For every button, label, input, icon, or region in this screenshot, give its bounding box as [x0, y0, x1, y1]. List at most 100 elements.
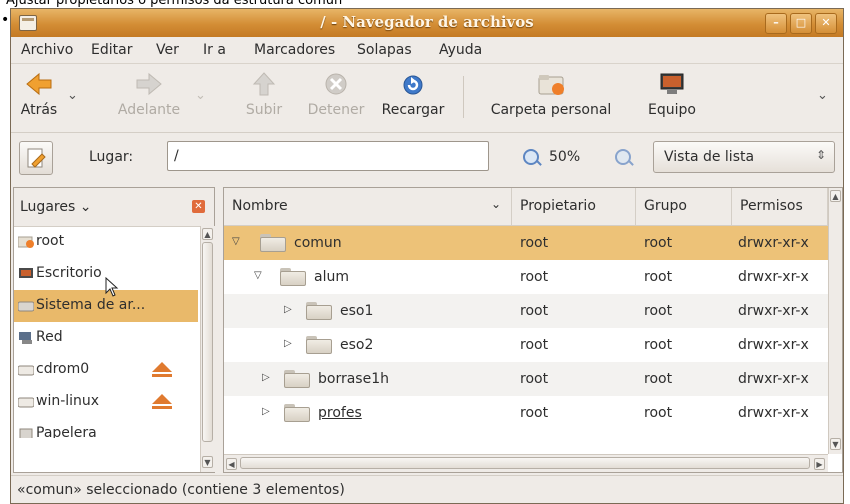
- scroll-down-icon[interactable]: ▼: [202, 456, 213, 468]
- forward-label: Adelante: [117, 102, 181, 118]
- folder-icon: [280, 268, 306, 286]
- home-folder-button[interactable]: Carpeta personal: [475, 68, 627, 118]
- zoom-in-icon[interactable]: [615, 149, 631, 165]
- toolbar-overflow-chevron-icon[interactable]: ⌄: [817, 88, 828, 103]
- expanded-triangle-icon[interactable]: ▽: [232, 236, 240, 247]
- file-permissions: drwxr-xr-x: [738, 405, 809, 421]
- network-icon: [19, 332, 32, 344]
- file-owner: root: [520, 269, 549, 285]
- drive-icon: [18, 397, 34, 408]
- computer-icon: [658, 72, 686, 96]
- table-row[interactable]: ▽ alum root root drwxr-xr-x: [224, 260, 828, 294]
- scroll-left-icon[interactable]: ◀: [226, 458, 237, 470]
- column-header-group[interactable]: Grupo: [636, 188, 732, 226]
- column-header-permissions[interactable]: Permisos: [732, 188, 828, 226]
- folder-icon: [284, 370, 310, 388]
- sidebar-scrollbar[interactable]: ▲ ▼: [200, 226, 215, 472]
- back-button[interactable]: Atrás: [17, 68, 61, 118]
- collapsed-triangle-icon[interactable]: ▷: [284, 338, 292, 349]
- file-permissions: drwxr-xr-x: [738, 269, 809, 285]
- back-label: Atrás: [20, 102, 58, 118]
- menu-ayuda[interactable]: Ayuda: [439, 42, 482, 58]
- view-mode-select[interactable]: Vista de lista ⇕: [653, 141, 835, 173]
- table-row[interactable]: ▽ comun root root drwxr-xr-x: [224, 226, 828, 260]
- file-permissions: drwxr-xr-x: [738, 235, 809, 251]
- scroll-down-icon[interactable]: ▼: [830, 438, 841, 450]
- file-list-horizontal-scrollbar[interactable]: ◀ ▶: [224, 454, 828, 472]
- collapsed-triangle-icon[interactable]: ▷: [262, 372, 270, 383]
- sidebar-item-label: win-linux: [36, 393, 100, 409]
- sidebar-item-papelera[interactable]: Papelera: [14, 418, 198, 438]
- reload-label: Recargar: [381, 102, 445, 118]
- scroll-up-icon[interactable]: ▲: [202, 228, 213, 240]
- eject-icon[interactable]: [152, 362, 172, 377]
- table-row[interactable]: ▷ eso2 root root drwxr-xr-x: [224, 328, 828, 362]
- menu-solapas[interactable]: Solapas: [357, 42, 412, 58]
- sidebar-item-win-linux[interactable]: win-linux: [14, 386, 198, 418]
- sidebar-item-label: Red: [36, 329, 63, 345]
- table-row[interactable]: ▷ eso1 root root drwxr-xr-x: [224, 294, 828, 328]
- sidebar-item-root[interactable]: root: [14, 226, 198, 258]
- drive-icon: [18, 365, 34, 376]
- column-header-owner[interactable]: Propietario: [512, 188, 636, 226]
- expanded-triangle-icon[interactable]: ▽: [254, 270, 262, 281]
- file-group: root: [644, 235, 673, 251]
- file-manager-window: / - Navegador de archivos – □ ✕ Archivo …: [10, 8, 844, 504]
- menu-archivo[interactable]: Archivo: [21, 42, 73, 58]
- zoom-out-icon[interactable]: [523, 149, 539, 165]
- file-group: root: [644, 269, 673, 285]
- forward-button[interactable]: Adelante: [109, 68, 189, 118]
- collapsed-triangle-icon[interactable]: ▷: [262, 406, 270, 417]
- file-owner: root: [520, 405, 549, 421]
- horizontal-scroll-thumb[interactable]: [240, 457, 810, 469]
- up-button[interactable]: Subir: [239, 68, 289, 118]
- reload-button[interactable]: Recargar: [375, 68, 451, 118]
- up-label: Subir: [245, 102, 283, 118]
- sidebar-item-red[interactable]: Red: [14, 322, 198, 354]
- maximize-button[interactable]: □: [790, 13, 812, 34]
- sidebar-item-label: Sistema de ar...: [36, 297, 146, 313]
- title-bar[interactable]: / - Navegador de archivos – □ ✕: [11, 9, 843, 38]
- desktop-icon: [19, 268, 33, 278]
- sidebar-item-cdrom0[interactable]: cdrom0: [14, 354, 198, 386]
- drive-icon: [18, 301, 34, 312]
- column-name-label: Nombre: [232, 198, 288, 214]
- back-history-chevron-icon[interactable]: ⌄: [67, 88, 78, 103]
- close-button[interactable]: ✕: [815, 13, 837, 34]
- table-row[interactable]: ▷ borrase1h root root drwxr-xr-x: [224, 362, 828, 396]
- forward-history-chevron-icon[interactable]: ⌄: [195, 88, 206, 103]
- sidebar-item-label: Escritorio: [36, 265, 102, 281]
- column-header-name[interactable]: Nombre ⌄: [224, 188, 512, 226]
- file-group: root: [644, 405, 673, 421]
- stop-button[interactable]: Detener: [301, 68, 371, 118]
- collapsed-triangle-icon[interactable]: ▷: [284, 304, 292, 315]
- file-permissions: drwxr-xr-x: [738, 371, 809, 387]
- menu-ir-a[interactable]: Ir a: [203, 42, 226, 58]
- table-row[interactable]: ▷ profes root root drwxr-xr-x: [224, 396, 828, 454]
- toggle-location-entry-button[interactable]: [19, 141, 53, 175]
- menu-ver[interactable]: Ver: [156, 42, 179, 58]
- zoom-level: 50%: [549, 149, 581, 165]
- menu-bar: Archivo Editar Ver Ir a Marcadores Solap…: [11, 37, 843, 64]
- stop-label: Detener: [307, 102, 365, 118]
- file-list: Nombre ⌄ Propietario Grupo Permisos ▽ co…: [223, 187, 843, 473]
- forward-arrow-icon: [135, 72, 163, 96]
- menu-marcadores[interactable]: Marcadores: [254, 42, 335, 58]
- minimize-button[interactable]: –: [765, 13, 787, 34]
- home-folder-icon: [537, 72, 565, 96]
- sidebar-header-label: Lugares: [20, 199, 76, 215]
- scroll-up-icon[interactable]: ▲: [830, 190, 841, 202]
- sidebar-item-label: Papelera: [36, 425, 97, 438]
- file-name: eso2: [340, 337, 374, 353]
- location-input[interactable]: [167, 141, 489, 171]
- file-list-vertical-scrollbar[interactable]: ▲ ▼: [828, 188, 842, 454]
- computer-button[interactable]: Equipo: [637, 68, 707, 118]
- sidebar-scroll-thumb[interactable]: [202, 242, 213, 442]
- menu-editar[interactable]: Editar: [91, 42, 132, 58]
- eject-icon[interactable]: [152, 394, 172, 409]
- sidebar-type-dropdown[interactable]: Lugares ⌄: [20, 199, 91, 215]
- toolbar-separator: [463, 76, 464, 118]
- sidebar-close-icon[interactable]: ✕: [192, 200, 205, 213]
- file-owner: root: [520, 371, 549, 387]
- scroll-right-icon[interactable]: ▶: [814, 458, 825, 470]
